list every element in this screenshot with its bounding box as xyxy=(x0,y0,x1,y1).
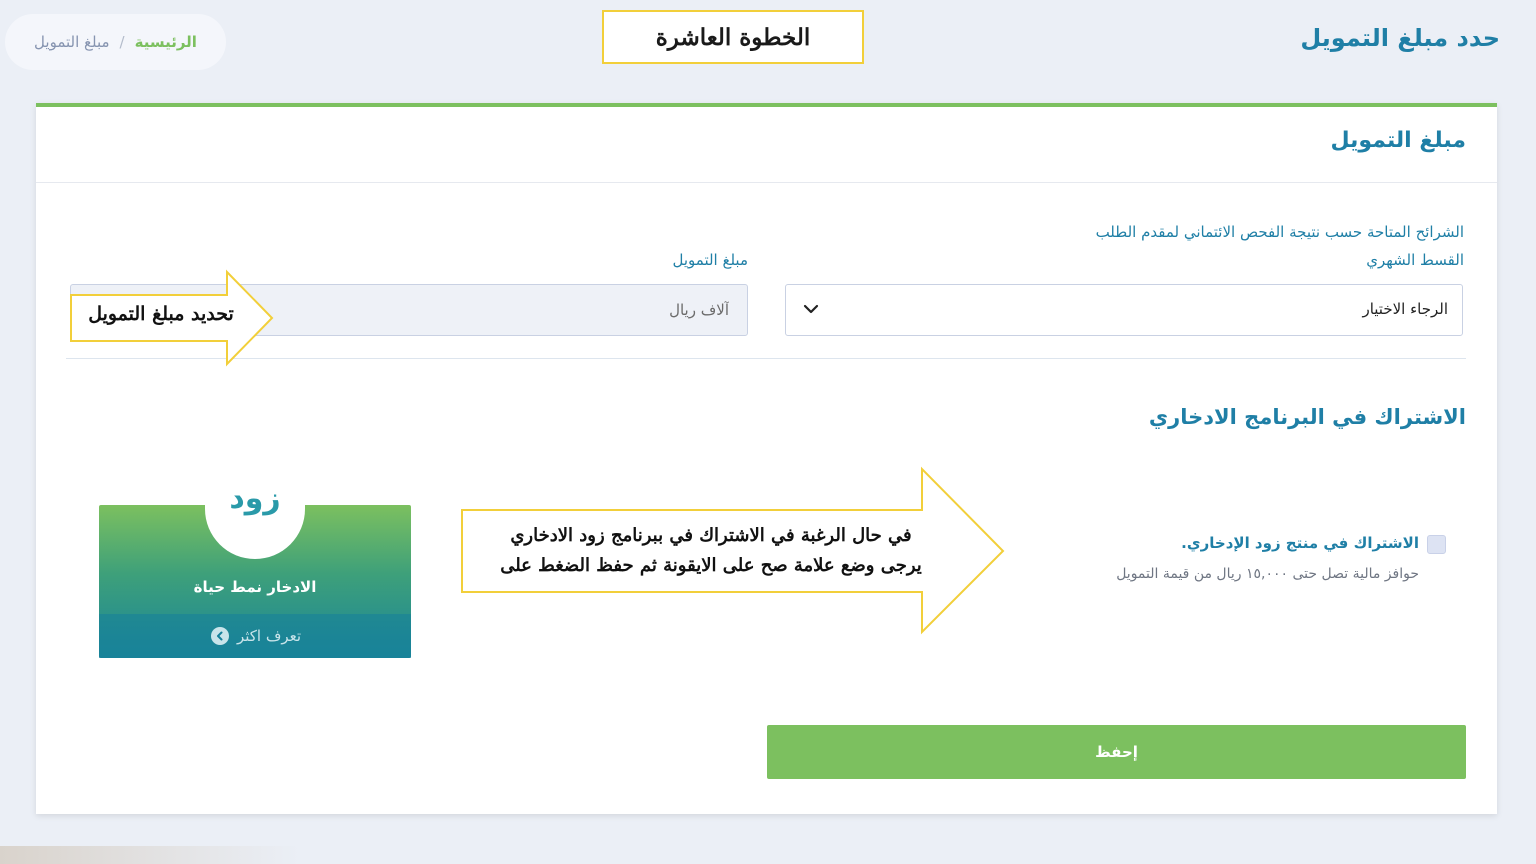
page-title: حدد مبلغ التمويل xyxy=(1300,24,1500,52)
card-title: مبلغ التمويل xyxy=(1330,128,1467,153)
breadcrumb-current: مبلغ التمويل xyxy=(34,33,110,51)
learn-more-label: تعرف اكثر xyxy=(236,627,302,645)
learn-more-link[interactable]: تعرف اكثر xyxy=(200,624,312,648)
chevron-down-icon xyxy=(803,304,819,314)
incentive-text: حوافز مالية تصل حتى ١٥,٠٠٠ ريال من قيمة … xyxy=(1116,566,1419,582)
save-button[interactable]: إحفظ xyxy=(767,725,1466,779)
monthly-installment-select-value: الرجاء الاختيار xyxy=(1362,300,1448,318)
zood-logo: زود xyxy=(229,481,281,516)
monthly-installment-label: القسط الشهري xyxy=(1366,251,1464,269)
zood-subscription-checkbox[interactable] xyxy=(1427,535,1446,554)
card-header-divider xyxy=(36,182,1497,183)
zood-slogan: الادخار نمط حياة xyxy=(193,578,317,596)
breadcrumb-home-link[interactable]: الرئيسية xyxy=(135,33,197,51)
chevron-left-circle-icon xyxy=(210,627,229,645)
savings-callout-line1: في حال الرغبة في الاشتراك في ببرنامج زود… xyxy=(510,525,912,546)
breadcrumb: الرئيسية / مبلغ التمويل xyxy=(5,14,226,70)
tiers-label: الشرائح المتاحة حسب نتيجة الفحص الائتمان… xyxy=(1095,223,1464,241)
breadcrumb-separator: / xyxy=(119,33,125,51)
section-divider xyxy=(66,358,1466,359)
zood-subscription-label[interactable]: الاشتراك في منتج زود الإدخاري. xyxy=(1181,534,1419,552)
financing-amount-label: مبلغ التمويل xyxy=(672,251,749,269)
step-label: الخطوة العاشرة xyxy=(602,10,864,64)
amount-callout-text: تحديد مبلغ التمويل xyxy=(88,303,234,325)
bottom-edge xyxy=(0,846,300,864)
savings-callout-text: في حال الرغبة في الاشتراك في ببرنامج زود… xyxy=(468,521,954,581)
savings-callout-line2: يرجى وضع علامة صح على الايقونة ثم حفظ ال… xyxy=(500,555,922,576)
savings-program-title: الاشتراك في البرنامج الادخاري xyxy=(1148,405,1466,429)
